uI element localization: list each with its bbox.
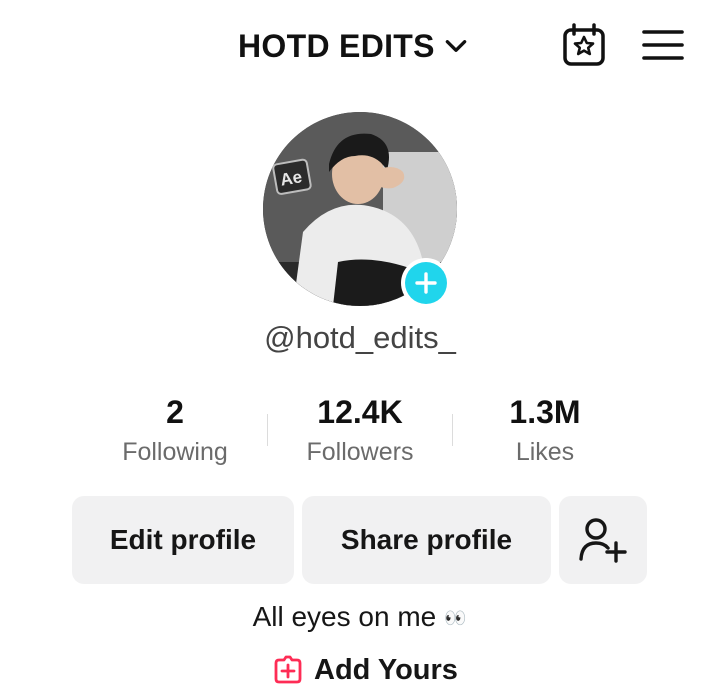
stat-followers[interactable]: 12.4K Followers: [265, 392, 455, 467]
stat-following-label: Following: [122, 438, 228, 466]
stat-likes-label: Likes: [515, 438, 575, 466]
avatar-logo-text: Ae: [279, 167, 304, 189]
edit-profile-button[interactable]: Edit profile: [72, 496, 294, 584]
eyes-emoji: 👀: [444, 608, 468, 629]
profile-stats: 2 Following 12.4K Followers 1.3M Likes: [0, 392, 720, 482]
stat-likes[interactable]: 1.3M Likes: [450, 392, 640, 467]
username: @hotd_edits_: [264, 320, 456, 355]
add-avatar-button[interactable]: [401, 258, 451, 308]
calendar-star-icon[interactable]: [561, 22, 607, 68]
bio-text: All eyes on me: [252, 601, 437, 632]
account-name: HOTD EDITS: [238, 27, 435, 64]
share-profile-button[interactable]: Share profile: [302, 496, 551, 584]
stats-divider: [267, 414, 268, 446]
add-yours-label: Add Yours: [314, 653, 458, 686]
bio: All eyes on me 👀: [0, 601, 720, 633]
stats-divider: [452, 414, 453, 446]
stat-followers-value: 12.4K: [317, 394, 403, 430]
hamburger-menu-icon[interactable]: [642, 28, 684, 62]
add-yours-icon: [274, 655, 302, 684]
add-avatar-circle: [405, 262, 447, 304]
account-switcher[interactable]: HOTD EDITS: [238, 24, 469, 68]
stat-following[interactable]: 2 Following: [80, 392, 270, 467]
stat-likes-value: 1.3M: [509, 394, 581, 430]
stat-followers-label: Followers: [306, 438, 414, 466]
stat-following-value: 2: [166, 394, 184, 430]
add-person-icon: [579, 518, 627, 563]
profile-avatar-container: Ae: [263, 112, 457, 308]
chevron-down-icon: [445, 40, 467, 52]
add-yours-link[interactable]: Add Yours: [272, 650, 458, 690]
top-bar: HOTD EDITS: [0, 0, 720, 92]
add-friend-button[interactable]: [559, 496, 647, 584]
plus-icon: [415, 272, 437, 294]
